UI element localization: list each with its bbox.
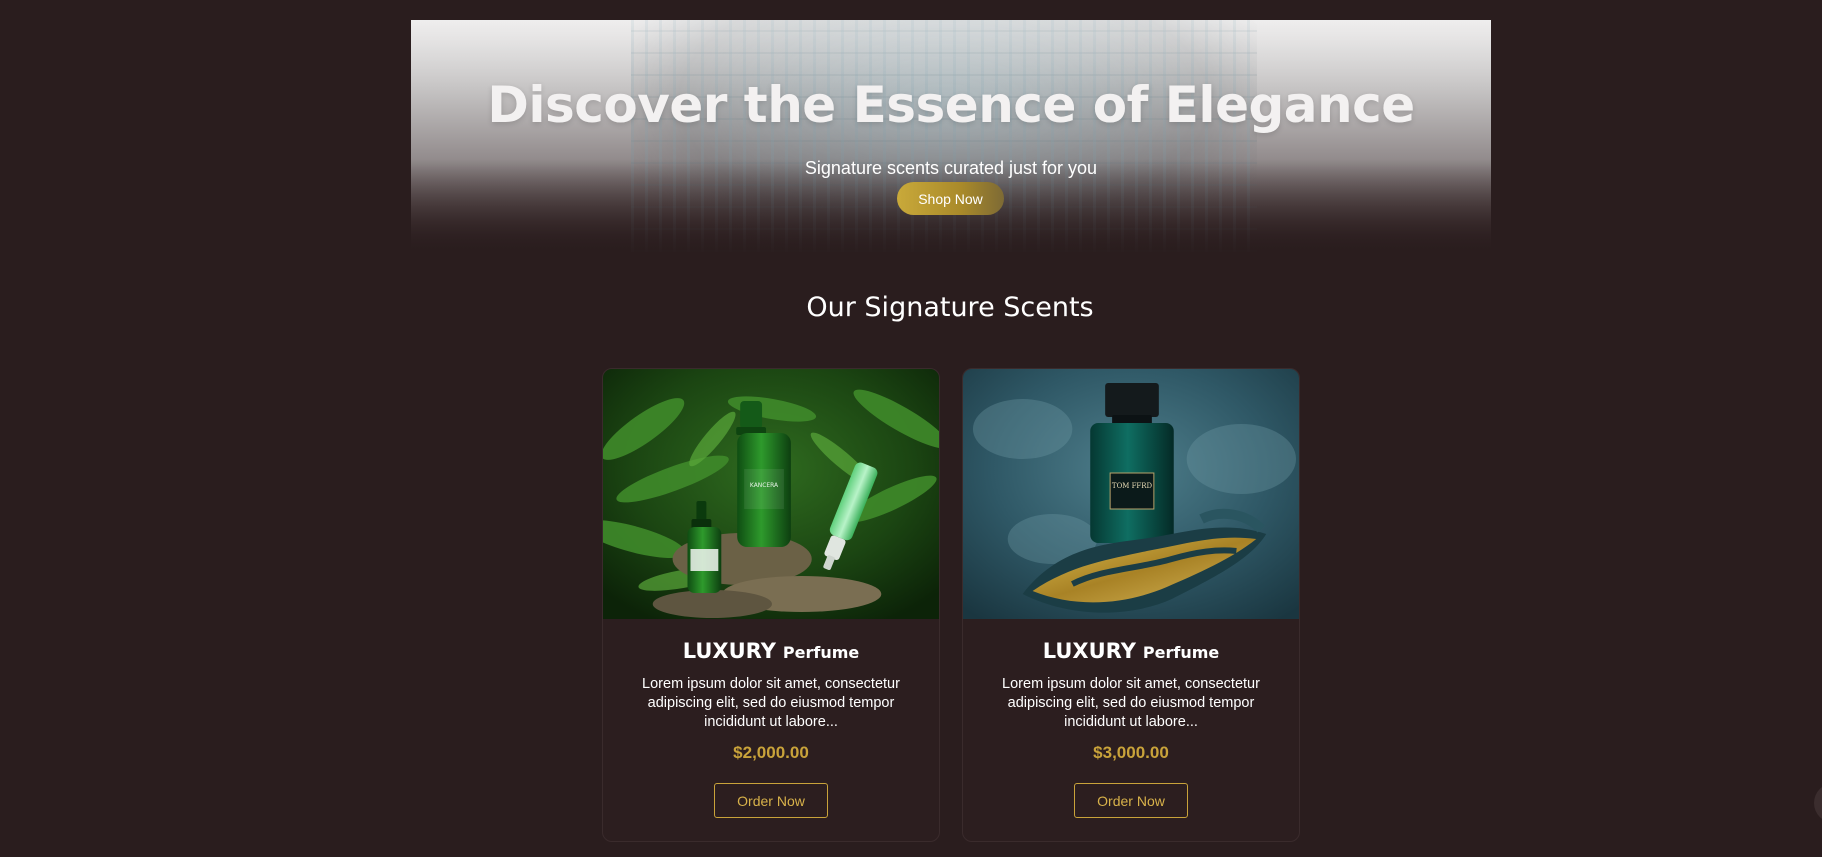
order-now-button[interactable]: Order Now: [1074, 783, 1188, 818]
order-now-button[interactable]: Order Now: [714, 783, 828, 818]
bottle-label-text: KANCERA: [750, 482, 779, 489]
product-price: $2,000.00: [733, 743, 809, 762]
product-card-body: LUXURY Perfume Lorem ipsum dolor sit ame…: [603, 639, 939, 818]
product-card-body: LUXURY Perfume Lorem ipsum dolor sit ame…: [963, 639, 1299, 818]
product-type: Perfume: [1142, 643, 1220, 662]
product-brand: LUXURY: [682, 639, 776, 663]
hero-banner: Discover the Essence of Elegance Signatu…: [411, 20, 1491, 252]
hero-title: Discover the Essence of Elegance: [487, 76, 1415, 134]
hero-subtitle: Signature scents curated just for you: [804, 158, 1098, 178]
product-title: LUXURY Perfume: [621, 639, 921, 663]
bottle-label-text: TOM FFRD: [1112, 482, 1153, 490]
product-card: KANCERA LUXURY Perfume Lorem ipsum dolor…: [602, 368, 940, 842]
product-price: $3,000.00: [1093, 743, 1169, 762]
product-title: LUXURY Perfume: [981, 639, 1281, 663]
product-brand: LUXURY: [1042, 639, 1136, 663]
product-description: Lorem ipsum dolor sit amet, consectetur …: [642, 676, 900, 730]
shop-now-button[interactable]: Shop Now: [897, 182, 1004, 215]
product-image: TOM FFRD: [963, 369, 1299, 619]
product-image: KANCERA: [603, 369, 939, 619]
product-description: Lorem ipsum dolor sit amet, consectetur …: [1002, 676, 1260, 730]
product-card: TOM FFRD LUXURY Perfume Lorem ipsum dolo…: [962, 368, 1300, 842]
product-type: Perfume: [782, 643, 860, 662]
hero-gradient-overlay: [411, 20, 1491, 252]
section-title: Our Signature Scents: [806, 292, 1094, 323]
chat-widget-button[interactable]: [1814, 783, 1822, 823]
